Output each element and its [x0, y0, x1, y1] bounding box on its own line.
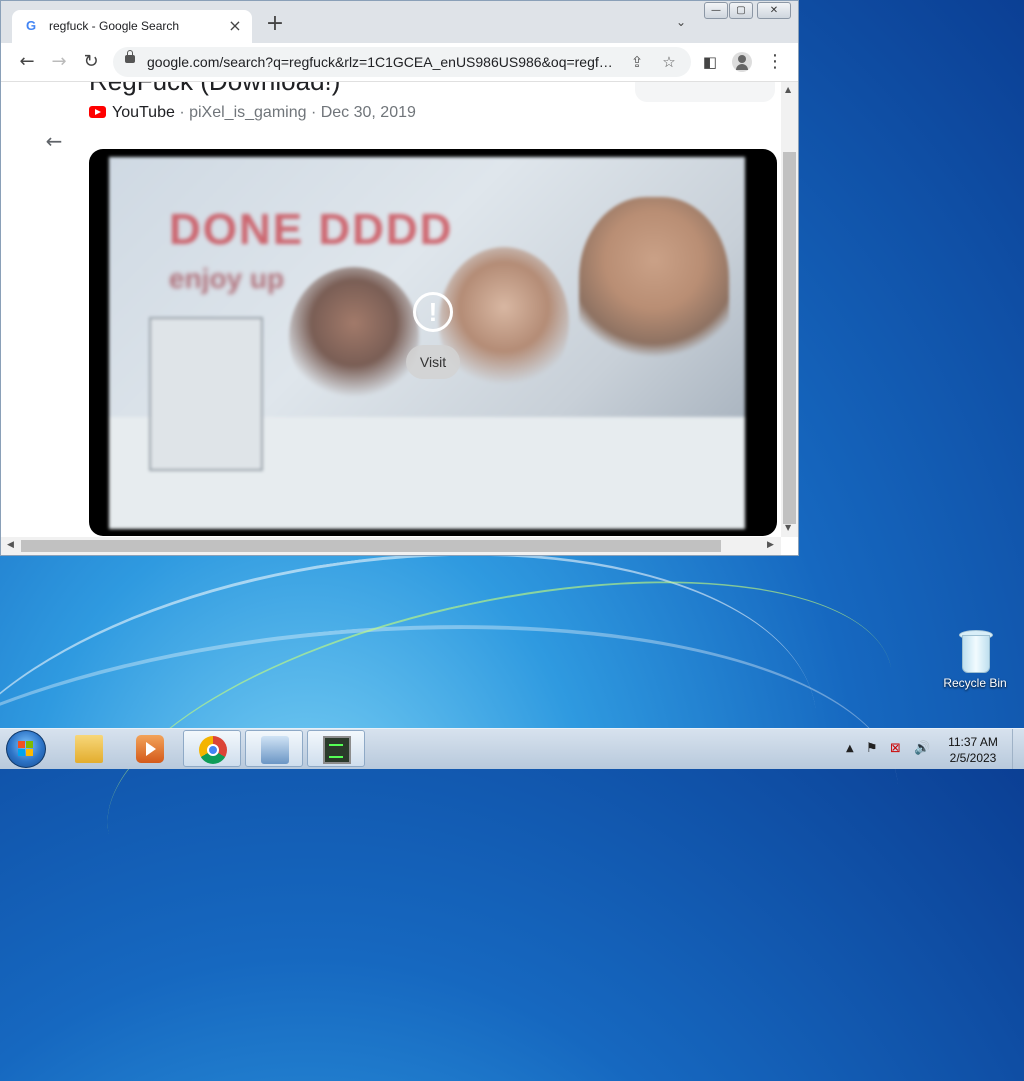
system-clock[interactable]: 11:37 AM 2/5/2023 [938, 734, 1008, 766]
back-arrow-icon[interactable]: ← [15, 50, 39, 74]
tab-close-icon[interactable]: × [226, 16, 244, 35]
show-desktop-button[interactable] [1012, 729, 1024, 769]
taskbar-task-manager[interactable] [307, 730, 365, 767]
horizontal-scroll-thumb[interactable] [21, 540, 721, 552]
volume-icon[interactable]: 🔊 [914, 741, 930, 756]
scroll-left-arrow-icon[interactable]: ◀ [7, 540, 14, 550]
url-text[interactable]: google.com/search?q=regfuck&rlz=1C1GCEA_… [147, 54, 619, 70]
lock-icon[interactable] [125, 50, 135, 63]
vertical-scrollbar[interactable]: ▲ ▼ [781, 82, 798, 537]
new-tab-button[interactable]: + [263, 12, 287, 36]
media-player-icon [136, 735, 164, 763]
source-name[interactable]: YouTube [112, 104, 175, 121]
folder-icon [75, 735, 103, 763]
close-window-button[interactable]: ✕ [757, 2, 791, 19]
recycle-bin-label: Recycle Bin [943, 676, 1007, 690]
scroll-up-arrow-icon[interactable]: ▲ [785, 85, 791, 94]
chrome-icon [199, 736, 227, 764]
warning-exclamation-icon: ! [413, 292, 453, 332]
menu-kebab-icon[interactable]: ⋮ [763, 50, 787, 74]
video-preview[interactable]: DONE DDDD enjoy up ! Visit [89, 149, 777, 536]
keyboard-icon [261, 736, 289, 764]
minimize-button[interactable]: — [704, 2, 728, 19]
thumbnail-text-1: DONE DDDD [169, 205, 454, 254]
taskbar-keyboard[interactable] [245, 730, 303, 767]
action-center-flag-icon[interactable]: ⚑ [866, 741, 878, 756]
recycle-bin-icon [959, 630, 993, 673]
visit-button[interactable]: Visit [406, 345, 460, 379]
share-icon[interactable]: ⇪ [627, 52, 647, 72]
bookmark-star-icon[interactable]: ☆ [659, 52, 679, 72]
tab-title: regfuck - Google Search [49, 19, 180, 33]
chrome-window: G regfuck - Google Search × + ⌄ — ▢ ✕ ← … [0, 0, 799, 556]
toolbar: ← → ↻ google.com/search?q=regfuck&rlz=1C… [1, 43, 798, 82]
thumbnail-text-2: enjoy up [169, 263, 285, 294]
taskbar-explorer[interactable] [60, 730, 118, 767]
video-thumbnail: DONE DDDD enjoy up [109, 157, 745, 529]
result-actions-box [635, 82, 775, 102]
scroll-right-arrow-icon[interactable]: ▶ [767, 540, 774, 550]
taskbar-media-player[interactable] [121, 730, 179, 767]
result-meta: · piXel_is_gaming · Dec 30, 2019 [174, 104, 416, 121]
reload-icon[interactable]: ↻ [79, 50, 103, 74]
windows-logo-icon [18, 741, 34, 757]
address-bar[interactable]: google.com/search?q=regfuck&rlz=1C1GCEA_… [113, 47, 691, 77]
scroll-down-arrow-icon[interactable]: ▼ [785, 523, 791, 532]
taskbar: ▲ ⚑ ⊠ 🔊 11:37 AM 2/5/2023 [0, 728, 1024, 769]
result-source-line: YouTube · piXel_is_gaming · Dec 30, 2019 [89, 104, 416, 122]
network-icon[interactable]: ⊠ [890, 741, 901, 756]
forward-arrow-icon[interactable]: → [47, 50, 71, 74]
horizontal-scrollbar[interactable]: ◀ ▶ [1, 537, 781, 555]
google-favicon-icon: G [26, 18, 37, 33]
tab-search-chevron-icon[interactable]: ⌄ [671, 15, 691, 35]
clock-date: 2/5/2023 [949, 751, 997, 765]
profile-avatar-icon[interactable] [732, 52, 752, 72]
page-content: RegFuck (Download!) YouTube · piXel_is_g… [1, 82, 781, 537]
tab-google-search[interactable]: G regfuck - Google Search × [12, 10, 252, 43]
show-hidden-icons-icon[interactable]: ▲ [846, 743, 854, 754]
vertical-scroll-thumb[interactable] [783, 152, 796, 524]
back-arrow-icon[interactable]: ← [41, 129, 67, 153]
title-bar: G regfuck - Google Search × + ⌄ — ▢ ✕ [1, 1, 798, 43]
start-button[interactable] [6, 730, 46, 768]
clock-time: 11:37 AM [948, 735, 998, 749]
task-manager-icon [323, 736, 351, 764]
result-title[interactable]: RegFuck (Download!) [89, 82, 340, 97]
maximize-button[interactable]: ▢ [729, 2, 753, 19]
side-panel-icon[interactable]: ◧ [698, 50, 722, 74]
youtube-icon [89, 106, 106, 118]
taskbar-chrome[interactable] [183, 730, 241, 767]
recycle-bin[interactable]: Recycle Bin [940, 630, 1010, 690]
